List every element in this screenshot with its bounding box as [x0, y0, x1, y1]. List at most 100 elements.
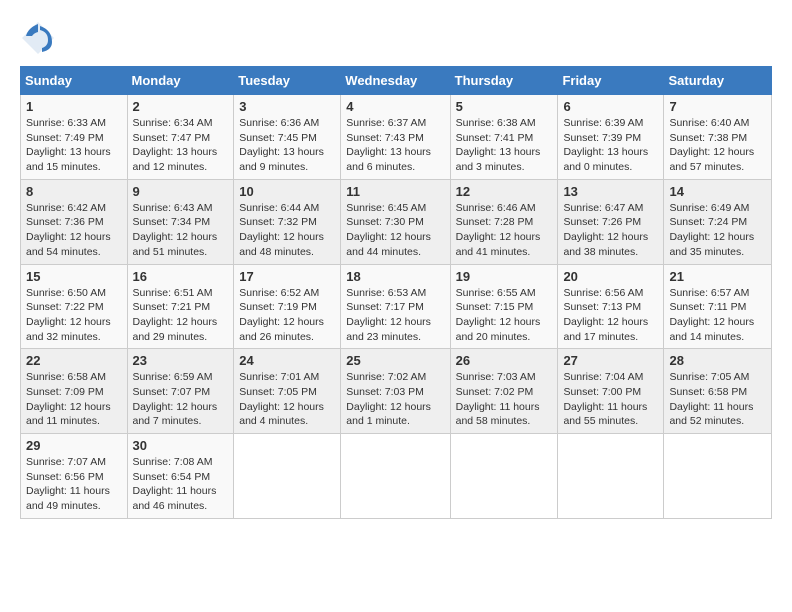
day-info: Sunrise: 6:42 AM Sunset: 7:36 PM Dayligh… — [26, 201, 122, 260]
day-info: Sunrise: 6:57 AM Sunset: 7:11 PM Dayligh… — [669, 286, 766, 345]
header-cell-monday: Monday — [127, 67, 234, 95]
calendar-cell: 1 Sunrise: 6:33 AM Sunset: 7:49 PM Daylig… — [21, 95, 128, 180]
calendar-cell: 10 Sunrise: 6:44 AM Sunset: 7:32 PM Dayli… — [234, 179, 341, 264]
day-number: 18 — [346, 269, 444, 284]
day-number: 25 — [346, 353, 444, 368]
calendar-week-5: 29 Sunrise: 7:07 AM Sunset: 6:56 PM Dayli… — [21, 434, 772, 519]
day-info: Sunrise: 6:53 AM Sunset: 7:17 PM Dayligh… — [346, 286, 444, 345]
day-number: 10 — [239, 184, 335, 199]
day-info: Sunrise: 7:02 AM Sunset: 7:03 PM Dayligh… — [346, 370, 444, 429]
day-number: 21 — [669, 269, 766, 284]
calendar-cell: 2 Sunrise: 6:34 AM Sunset: 7:47 PM Daylig… — [127, 95, 234, 180]
day-info: Sunrise: 6:40 AM Sunset: 7:38 PM Dayligh… — [669, 116, 766, 175]
day-number: 15 — [26, 269, 122, 284]
day-info: Sunrise: 6:43 AM Sunset: 7:34 PM Dayligh… — [133, 201, 229, 260]
day-number: 27 — [563, 353, 658, 368]
day-info: Sunrise: 6:37 AM Sunset: 7:43 PM Dayligh… — [346, 116, 444, 175]
header-cell-thursday: Thursday — [450, 67, 558, 95]
calendar-cell: 7 Sunrise: 6:40 AM Sunset: 7:38 PM Daylig… — [664, 95, 772, 180]
calendar-cell: 18 Sunrise: 6:53 AM Sunset: 7:17 PM Dayli… — [341, 264, 450, 349]
header-cell-saturday: Saturday — [664, 67, 772, 95]
day-number: 1 — [26, 99, 122, 114]
day-number: 11 — [346, 184, 444, 199]
day-info: Sunrise: 6:44 AM Sunset: 7:32 PM Dayligh… — [239, 201, 335, 260]
calendar-cell: 21 Sunrise: 6:57 AM Sunset: 7:11 PM Dayli… — [664, 264, 772, 349]
day-info: Sunrise: 6:46 AM Sunset: 7:28 PM Dayligh… — [456, 201, 553, 260]
day-info: Sunrise: 6:39 AM Sunset: 7:39 PM Dayligh… — [563, 116, 658, 175]
day-number: 17 — [239, 269, 335, 284]
day-number: 6 — [563, 99, 658, 114]
calendar-cell: 19 Sunrise: 6:55 AM Sunset: 7:15 PM Dayli… — [450, 264, 558, 349]
day-number: 3 — [239, 99, 335, 114]
day-info: Sunrise: 6:56 AM Sunset: 7:13 PM Dayligh… — [563, 286, 658, 345]
day-number: 13 — [563, 184, 658, 199]
day-number: 2 — [133, 99, 229, 114]
day-number: 16 — [133, 269, 229, 284]
calendar-cell: 30 Sunrise: 7:08 AM Sunset: 6:54 PM Dayli… — [127, 434, 234, 519]
day-number: 30 — [133, 438, 229, 453]
day-info: Sunrise: 6:59 AM Sunset: 7:07 PM Dayligh… — [133, 370, 229, 429]
calendar-cell: 5Sunrise: 6:38 AM Sunset: 7:41 PM Daylig… — [450, 95, 558, 180]
calendar-cell: 14 Sunrise: 6:49 AM Sunset: 7:24 PM Dayli… — [664, 179, 772, 264]
day-number: 20 — [563, 269, 658, 284]
calendar-header: SundayMondayTuesdayWednesdayThursdayFrid… — [21, 67, 772, 95]
day-info: Sunrise: 7:07 AM Sunset: 6:56 PM Dayligh… — [26, 455, 122, 514]
header-cell-tuesday: Tuesday — [234, 67, 341, 95]
calendar-cell: 6 Sunrise: 6:39 AM Sunset: 7:39 PM Daylig… — [558, 95, 664, 180]
day-info: Sunrise: 7:04 AM Sunset: 7:00 PM Dayligh… — [563, 370, 658, 429]
calendar-body: 1 Sunrise: 6:33 AM Sunset: 7:49 PM Daylig… — [21, 95, 772, 519]
calendar-week-2: 8 Sunrise: 6:42 AM Sunset: 7:36 PM Daylig… — [21, 179, 772, 264]
header-cell-sunday: Sunday — [21, 67, 128, 95]
calendar-week-4: 22Sunrise: 6:58 AM Sunset: 7:09 PM Dayli… — [21, 349, 772, 434]
logo — [20, 20, 60, 56]
header-cell-wednesday: Wednesday — [341, 67, 450, 95]
day-number: 5 — [456, 99, 553, 114]
day-info: Sunrise: 7:08 AM Sunset: 6:54 PM Dayligh… — [133, 455, 229, 514]
day-number: 8 — [26, 184, 122, 199]
day-number: 7 — [669, 99, 766, 114]
calendar-cell: 16 Sunrise: 6:51 AM Sunset: 7:21 PM Dayli… — [127, 264, 234, 349]
header-cell-friday: Friday — [558, 67, 664, 95]
calendar-cell: 26Sunrise: 7:03 AM Sunset: 7:02 PM Dayli… — [450, 349, 558, 434]
calendar-cell: 29 Sunrise: 7:07 AM Sunset: 6:56 PM Dayli… — [21, 434, 128, 519]
calendar-cell: 4 Sunrise: 6:37 AM Sunset: 7:43 PM Daylig… — [341, 95, 450, 180]
day-number: 19 — [456, 269, 553, 284]
calendar-cell — [558, 434, 664, 519]
day-info: Sunrise: 6:36 AM Sunset: 7:45 PM Dayligh… — [239, 116, 335, 175]
calendar-week-1: 1 Sunrise: 6:33 AM Sunset: 7:49 PM Daylig… — [21, 95, 772, 180]
calendar-cell — [664, 434, 772, 519]
calendar-cell: 25 Sunrise: 7:02 AM Sunset: 7:03 PM Dayli… — [341, 349, 450, 434]
calendar-table: SundayMondayTuesdayWednesdayThursdayFrid… — [20, 66, 772, 519]
logo-icon — [20, 20, 56, 56]
calendar-cell: 17 Sunrise: 6:52 AM Sunset: 7:19 PM Dayli… — [234, 264, 341, 349]
day-number: 9 — [133, 184, 229, 199]
day-info: Sunrise: 6:47 AM Sunset: 7:26 PM Dayligh… — [563, 201, 658, 260]
day-info: Sunrise: 7:05 AM Sunset: 6:58 PM Dayligh… — [669, 370, 766, 429]
day-info: Sunrise: 6:45 AM Sunset: 7:30 PM Dayligh… — [346, 201, 444, 260]
day-info: Sunrise: 6:49 AM Sunset: 7:24 PM Dayligh… — [669, 201, 766, 260]
calendar-cell: 9 Sunrise: 6:43 AM Sunset: 7:34 PM Daylig… — [127, 179, 234, 264]
day-info: Sunrise: 6:34 AM Sunset: 7:47 PM Dayligh… — [133, 116, 229, 175]
day-number: 29 — [26, 438, 122, 453]
calendar-cell: 22Sunrise: 6:58 AM Sunset: 7:09 PM Dayli… — [21, 349, 128, 434]
day-info: Sunrise: 6:52 AM Sunset: 7:19 PM Dayligh… — [239, 286, 335, 345]
day-number: 4 — [346, 99, 444, 114]
day-number: 12 — [456, 184, 553, 199]
calendar-cell: 8 Sunrise: 6:42 AM Sunset: 7:36 PM Daylig… — [21, 179, 128, 264]
calendar-cell: 23 Sunrise: 6:59 AM Sunset: 7:07 PM Dayli… — [127, 349, 234, 434]
day-number: 23 — [133, 353, 229, 368]
calendar-cell: 11 Sunrise: 6:45 AM Sunset: 7:30 PM Dayli… — [341, 179, 450, 264]
calendar-cell: 28Sunrise: 7:05 AM Sunset: 6:58 PM Dayli… — [664, 349, 772, 434]
day-info: Sunrise: 6:55 AM Sunset: 7:15 PM Dayligh… — [456, 286, 553, 345]
header-row: SundayMondayTuesdayWednesdayThursdayFrid… — [21, 67, 772, 95]
calendar-week-3: 15Sunrise: 6:50 AM Sunset: 7:22 PM Dayli… — [21, 264, 772, 349]
calendar-cell: 20 Sunrise: 6:56 AM Sunset: 7:13 PM Dayli… — [558, 264, 664, 349]
calendar-cell: 24Sunrise: 7:01 AM Sunset: 7:05 PM Dayli… — [234, 349, 341, 434]
calendar-cell — [234, 434, 341, 519]
day-info: Sunrise: 6:33 AM Sunset: 7:49 PM Dayligh… — [26, 116, 122, 175]
day-number: 14 — [669, 184, 766, 199]
calendar-cell — [341, 434, 450, 519]
calendar-cell: 27 Sunrise: 7:04 AM Sunset: 7:00 PM Dayli… — [558, 349, 664, 434]
day-info: Sunrise: 6:51 AM Sunset: 7:21 PM Dayligh… — [133, 286, 229, 345]
calendar-cell — [450, 434, 558, 519]
